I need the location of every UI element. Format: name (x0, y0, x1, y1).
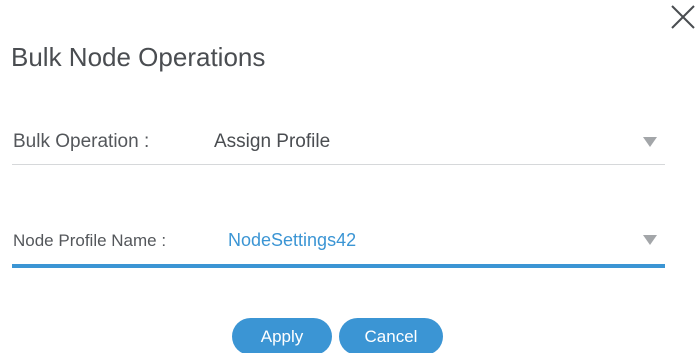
node-profile-name-label: Node Profile Name : (13, 231, 167, 250)
cancel-button[interactable]: Cancel (339, 318, 443, 353)
bulk-operation-select[interactable]: Bulk Operation : Assign Profile (12, 118, 665, 165)
bulk-operation-label: Bulk Operation : (13, 131, 150, 152)
close-icon (671, 5, 695, 29)
bulk-operation-value: Assign Profile (214, 131, 331, 152)
node-profile-name-select[interactable]: Node Profile Name : NodeSettings42 (12, 218, 665, 268)
close-button[interactable] (668, 2, 696, 30)
bulk-node-operations-dialog: Bulk Node Operations Bulk Operation : As… (0, 0, 696, 353)
apply-button[interactable]: Apply (232, 318, 332, 353)
chevron-down-icon[interactable] (643, 235, 657, 245)
node-profile-name-value: NodeSettings42 (228, 230, 357, 250)
dialog-title: Bulk Node Operations (11, 42, 266, 72)
chevron-down-icon[interactable] (643, 137, 657, 147)
